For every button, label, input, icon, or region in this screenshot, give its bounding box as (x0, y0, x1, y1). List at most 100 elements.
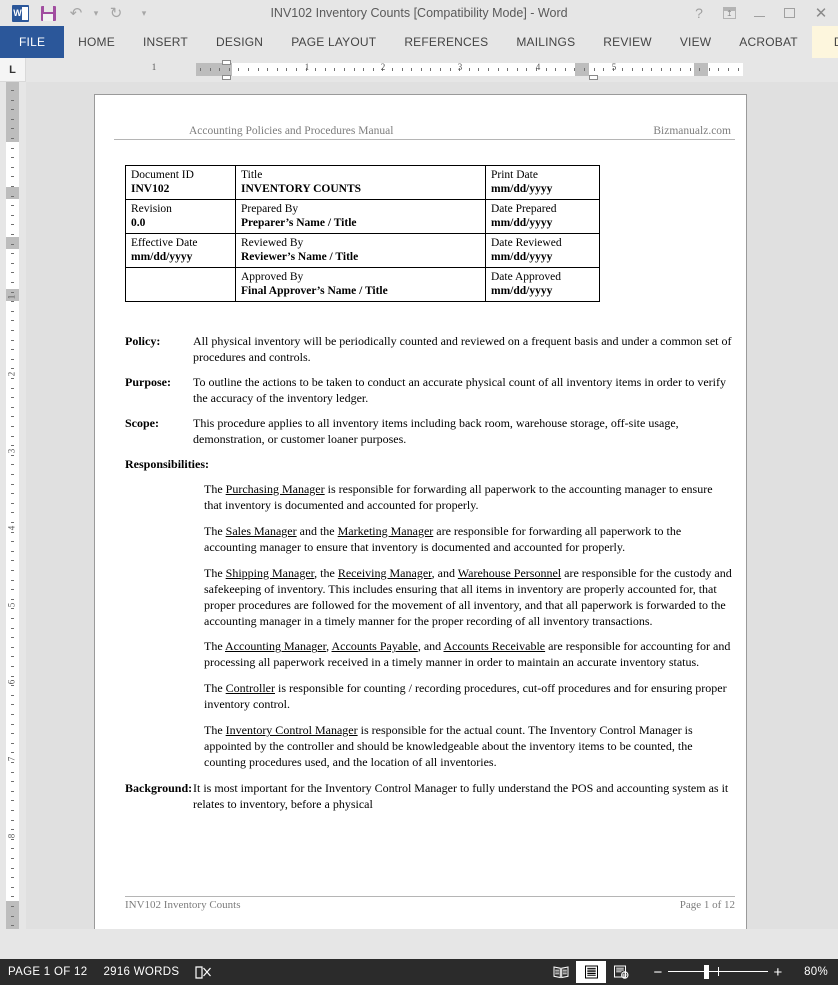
table-row[interactable]: Effective Date mm/dd/yyyy Reviewed By Revie… (125, 233, 600, 269)
ruler-tick (11, 493, 14, 494)
document-info-table[interactable]: Document ID INV102 Title INVENTORY COUNTS Pr… (125, 164, 600, 303)
ruler-tick (421, 68, 422, 71)
ruler-tick (498, 68, 499, 71)
role-name: Accounts Payable (331, 639, 418, 654)
ruler-tick (11, 138, 14, 139)
ruler-tick (286, 68, 287, 71)
ruler-tick (11, 877, 14, 878)
tab-table-tools-design[interactable]: DESIGN (811, 26, 838, 58)
tab-design[interactable]: DESIGN (202, 26, 277, 58)
restore-button[interactable] (774, 0, 804, 26)
ruler-tick (546, 68, 547, 71)
tab-stop-selector[interactable]: L (0, 58, 26, 82)
quick-access-toolbar: W ↶ ▾ ↻ ▾ (0, 1, 158, 25)
ruler-tick (11, 762, 14, 763)
role-name: Purchasing Manager (225, 481, 325, 496)
document-canvas[interactable]: Accounting Policies and Procedures Manua… (26, 82, 838, 929)
tab-acrobat[interactable]: ACROBAT (725, 26, 812, 58)
proofing-errors-icon[interactable] (195, 965, 212, 980)
tab-insert[interactable]: INSERT (129, 26, 202, 58)
table-row[interactable]: Document ID INV102 Title INVENTORY COUNTS Pr… (125, 164, 600, 201)
word-count-indicator[interactable]: 2916 WORDS (103, 966, 179, 978)
hanging-indent-marker[interactable] (589, 75, 598, 80)
page-indicator[interactable]: PAGE 1 OF 12 (8, 966, 87, 978)
responsibility-paragraph: The Sales Manager and the Marketing Mana… (204, 524, 733, 556)
ruler-tick (11, 100, 14, 101)
ruler-tick (296, 68, 297, 71)
table-cell[interactable]: Revision 0.0 (125, 199, 236, 235)
vertical-ruler-band (6, 237, 19, 249)
table-cell-label: Prepared By (241, 203, 299, 216)
ruler-tick (450, 68, 451, 71)
paragraph-text: The (204, 565, 226, 580)
table-cell-label: Reviewed By (241, 237, 304, 250)
table-cell[interactable]: Date Prepared mm/dd/yyyy (485, 199, 600, 235)
read-mode-view-icon[interactable] (546, 961, 576, 983)
ruler-number: 1 (151, 62, 157, 72)
table-cell[interactable]: Print Date mm/dd/yyyy (485, 164, 600, 201)
ruler-number: 2 (6, 371, 17, 377)
ruler-tick (670, 68, 671, 71)
ruler-tick (392, 68, 393, 71)
table-cell[interactable] (125, 267, 236, 303)
table-cell[interactable]: Approved By Final Approver’s Name / Title (235, 267, 486, 303)
tab-page-layout[interactable]: PAGE LAYOUT (277, 26, 390, 58)
save-icon[interactable] (34, 1, 62, 25)
ruler-tick (11, 887, 14, 888)
first-line-indent-marker[interactable] (222, 60, 231, 65)
tab-home[interactable]: HOME (64, 26, 129, 58)
zoom-slider-thumb[interactable] (704, 965, 709, 979)
undo-dropdown-icon[interactable]: ▾ (90, 1, 102, 25)
footer-right-text: Page 1 of 12 (679, 899, 735, 911)
ruler-tick (574, 68, 575, 71)
tab-references[interactable]: REFERENCES (390, 26, 502, 58)
ruler-tick (11, 570, 14, 571)
ruler-tick (11, 781, 14, 782)
status-bar-left: PAGE 1 OF 12 2916 WORDS (0, 965, 212, 980)
ruler-number: 2 (380, 62, 386, 72)
tab-view[interactable]: VIEW (666, 26, 725, 58)
horizontal-ruler[interactable]: 1 1 2 3 4 5 (26, 58, 838, 82)
document-page[interactable]: Accounting Policies and Procedures Manua… (94, 94, 747, 929)
ruler-tick (11, 474, 14, 475)
customize-quick-access-toolbar-icon[interactable]: ▾ (130, 1, 158, 25)
help-icon[interactable]: ? (684, 0, 714, 26)
zoom-slider[interactable] (668, 959, 768, 985)
ruler-tick (402, 68, 403, 71)
ruler-tick (11, 916, 14, 917)
ruler-tick (680, 68, 681, 71)
section-background-text: It is most important for the Inventory C… (193, 781, 729, 812)
zoom-in-button[interactable]: + (768, 964, 788, 981)
zoom-out-button[interactable]: − (648, 964, 668, 981)
document-sections: Policy: All physical inventory will be pe… (114, 334, 735, 448)
redo-icon[interactable]: ↻ (102, 1, 130, 25)
minimize-button[interactable] (744, 0, 774, 26)
tab-file[interactable]: FILE (0, 26, 65, 58)
undo-icon[interactable]: ↶ (62, 1, 90, 25)
ruler-tick (11, 541, 14, 542)
ruler-tick (11, 656, 14, 657)
table-cell[interactable]: Reviewed By Reviewer’s Name / Title (235, 233, 486, 269)
table-cell[interactable]: Title INVENTORY COUNTS (235, 164, 486, 201)
ruler-tick (11, 628, 14, 629)
close-icon[interactable]: ✕ (804, 0, 838, 26)
left-indent-marker[interactable] (222, 75, 231, 80)
table-cell[interactable]: Prepared By Preparer’s Name / Title (235, 199, 486, 235)
table-row[interactable]: Approved By Final Approver’s Name / Title… (125, 267, 600, 303)
table-row[interactable]: Revision 0.0 Prepared By Preparer’s Name / … (125, 199, 600, 235)
tab-review[interactable]: REVIEW (589, 26, 666, 58)
tab-mailings[interactable]: MAILINGS (502, 26, 589, 58)
table-cell[interactable]: Date Approved mm/dd/yyyy (485, 267, 600, 303)
word-app-icon[interactable]: W (6, 1, 34, 25)
table-cell[interactable]: Document ID INV102 (125, 164, 236, 201)
zoom-percentage[interactable]: 80% (788, 966, 828, 978)
vertical-ruler[interactable]: 1 2 3 4 5 6 7 8 (0, 82, 26, 929)
table-cell[interactable]: Effective Date mm/dd/yyyy (125, 233, 236, 269)
ruler-tick (11, 426, 14, 427)
print-layout-view-icon[interactable] (576, 961, 606, 983)
ribbon-display-options-icon[interactable] (714, 0, 744, 26)
ruler-tick (11, 436, 14, 437)
table-cell[interactable]: Date Reviewed mm/dd/yyyy (485, 233, 600, 269)
ruler-tick (11, 551, 14, 552)
web-layout-view-icon[interactable] (606, 961, 636, 983)
